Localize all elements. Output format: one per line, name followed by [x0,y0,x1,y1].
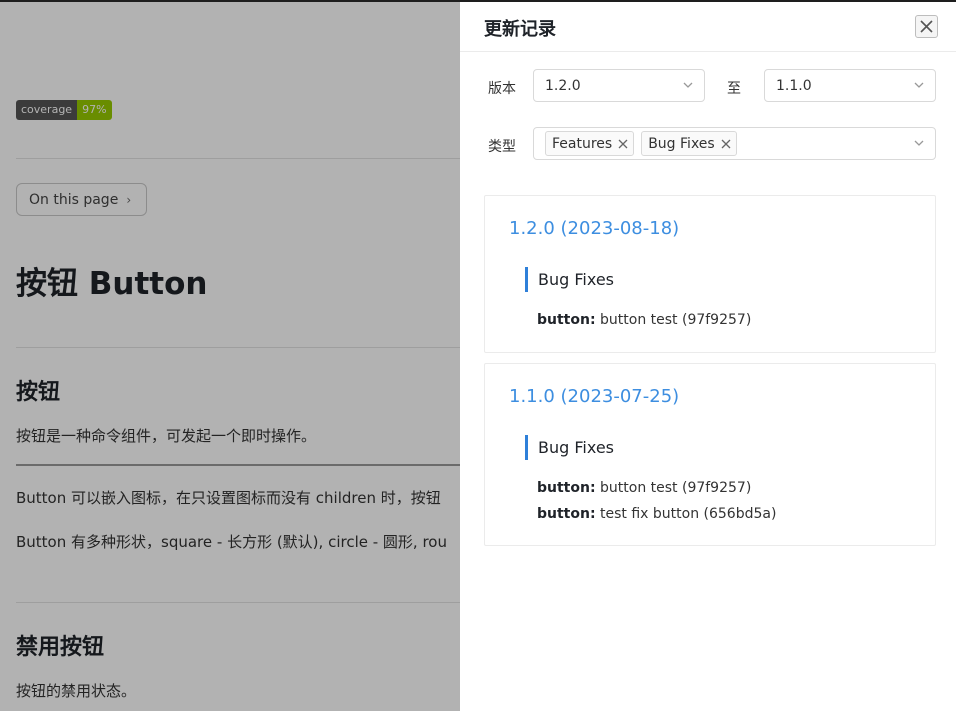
change-text: button test (97f9257) [600,480,752,496]
changelog-drawer: 更新记录 版本 1.2.0 至 1.1.0 类型 Features Bug Fi… [460,2,956,711]
release-title: 1.2.0 (2023-08-18) [509,218,680,239]
change-text: test fix button (656bd5a) [600,506,777,522]
chevron-down-icon [914,140,924,146]
version-label: 版本 [488,81,516,97]
change-scope: button: [537,506,596,522]
type-tag-label: Bug Fixes [648,135,715,152]
close-button[interactable] [915,15,938,38]
change-text: button test (97f9257) [600,312,752,328]
chevron-down-icon [683,82,693,88]
from-version-value: 1.2.0 [545,77,581,94]
type-multiselect[interactable]: Features Bug Fixes [533,127,936,160]
change-scope: button: [537,312,596,328]
to-label: 至 [727,81,741,97]
drawer-header: 更新记录 [460,2,956,52]
type-tag: Features [545,131,635,156]
to-version-select[interactable]: 1.1.0 [764,69,936,102]
type-tag-label: Features [552,135,613,152]
tag-remove-icon[interactable] [618,139,628,149]
from-version-select[interactable]: 1.2.0 [533,69,705,102]
release-card: 1.2.0 (2023-08-18) Bug Fixes button: but… [484,195,936,353]
close-icon [920,20,933,33]
type-tag: Bug Fixes [641,131,737,156]
change-entry: button: test fix button (656bd5a) [537,506,776,522]
to-version-value: 1.1.0 [776,77,812,94]
change-entry: button: button test (97f9257) [537,480,751,496]
release-title: 1.1.0 (2023-07-25) [509,386,680,407]
change-entry: button: button test (97f9257) [537,312,751,328]
chevron-down-icon [914,82,924,88]
change-scope: button: [537,480,596,496]
tag-remove-icon[interactable] [721,139,731,149]
change-group-title: Bug Fixes [525,267,614,292]
change-group-title: Bug Fixes [525,435,614,460]
release-card: 1.1.0 (2023-07-25) Bug Fixes button: but… [484,363,936,546]
drawer-title: 更新记录 [484,19,556,40]
type-label: 类型 [488,139,516,155]
